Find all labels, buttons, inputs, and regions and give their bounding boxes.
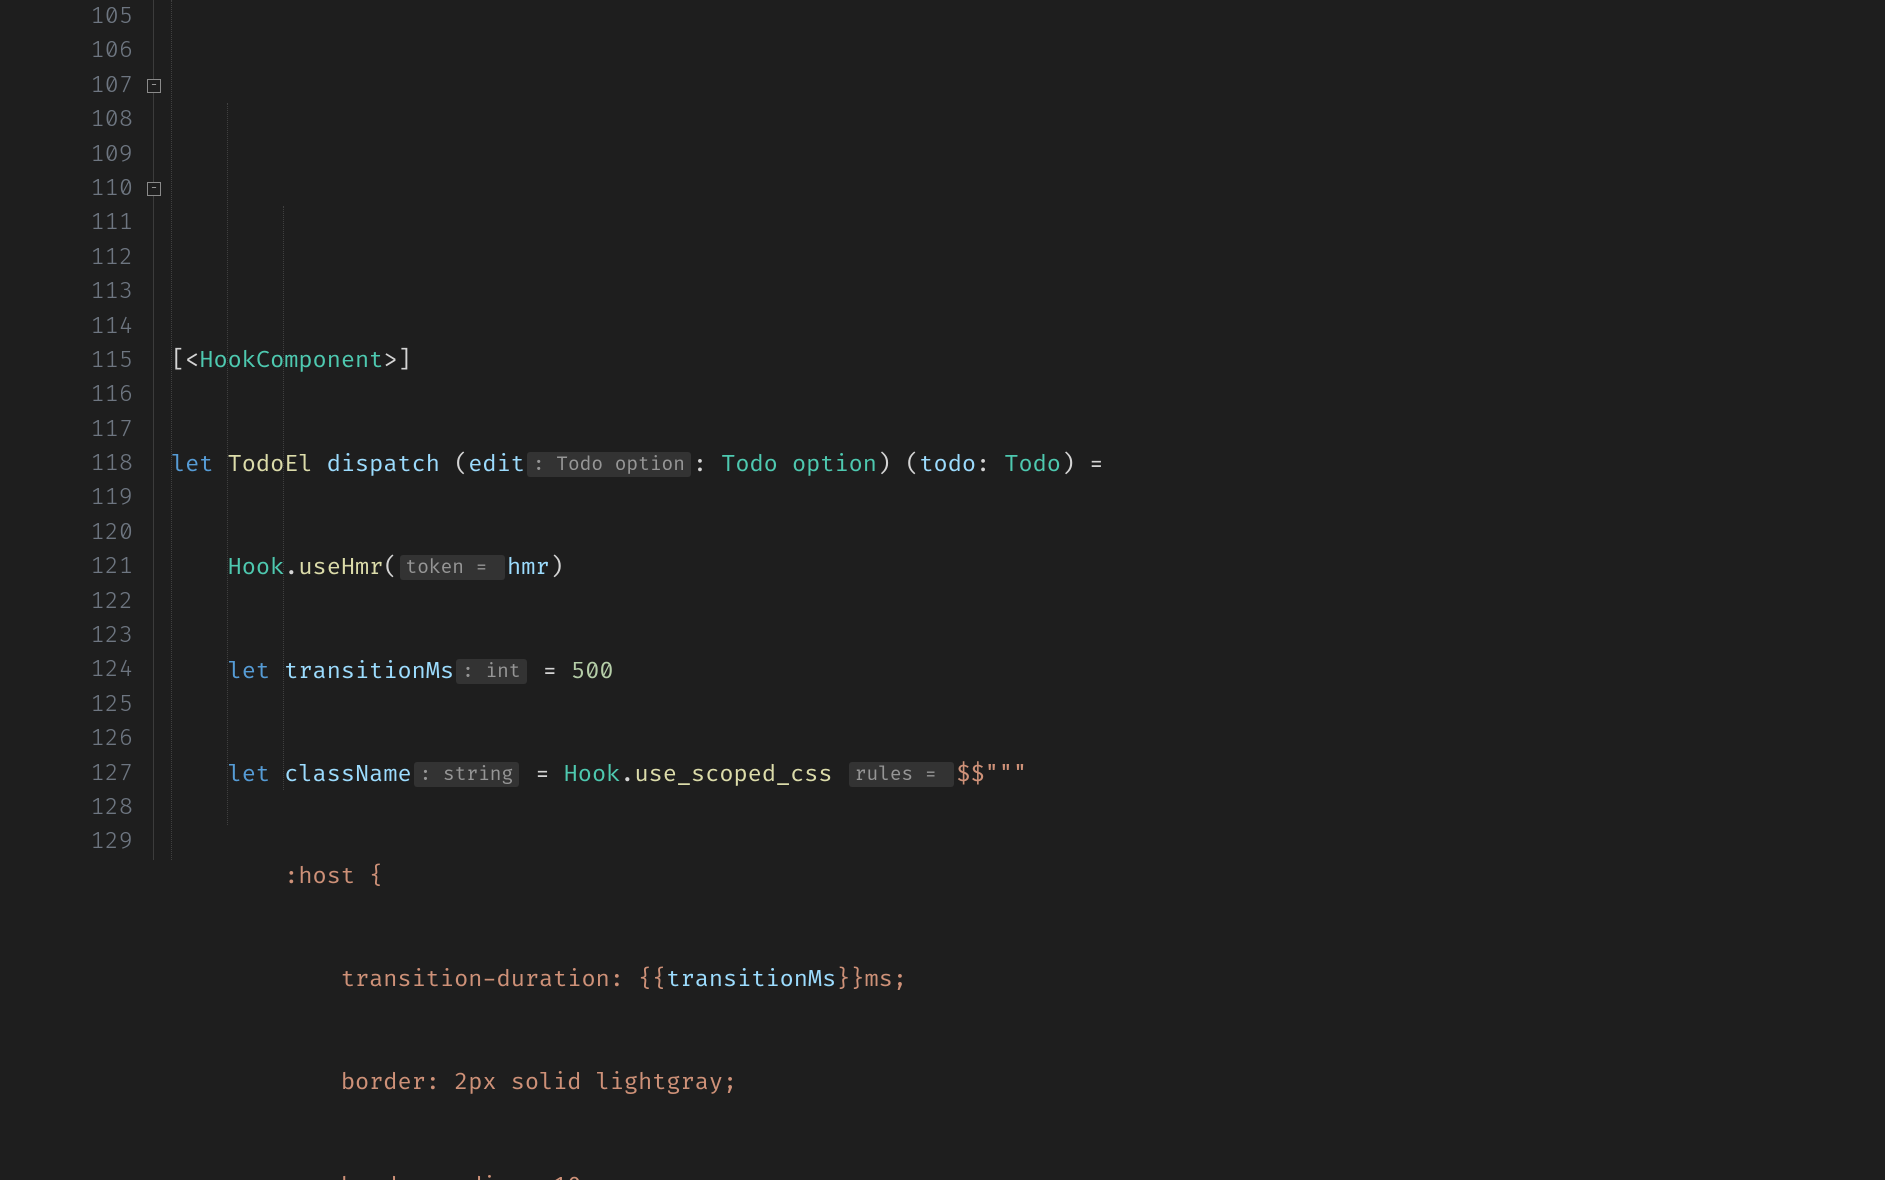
line-number: 113 bbox=[34, 275, 133, 309]
code-line[interactable]: let className: string = Hook.use_scoped_… bbox=[171, 757, 1885, 791]
string-content: :host { bbox=[171, 863, 383, 891]
method-name: useHmr bbox=[298, 554, 383, 582]
code-line[interactable]: transition-duration: {{transitionMs}}ms; bbox=[171, 963, 1885, 997]
bracket: [< bbox=[171, 347, 199, 375]
line-number: 126 bbox=[34, 722, 133, 756]
module-name: Hook bbox=[564, 761, 621, 789]
fold-guide-line bbox=[153, 0, 154, 860]
line-number: 115 bbox=[34, 344, 133, 378]
argument: hmr bbox=[507, 554, 549, 582]
string-content: transition-duration: {{ bbox=[171, 966, 666, 994]
line-number: 116 bbox=[34, 378, 133, 412]
line-number: 119 bbox=[34, 481, 133, 515]
line-number: 129 bbox=[34, 825, 133, 859]
line-number: 111 bbox=[34, 206, 133, 240]
type-annotation: Todo bbox=[1004, 451, 1061, 479]
line-number: 128 bbox=[34, 791, 133, 825]
code-line[interactable]: border-radius: 10px; bbox=[171, 1170, 1885, 1180]
indent-guide bbox=[283, 206, 284, 790]
string-content: border: 2px solid lightgray; bbox=[171, 1069, 737, 1097]
keyword: let bbox=[228, 761, 270, 789]
line-number: 112 bbox=[34, 241, 133, 275]
line-number: 117 bbox=[34, 413, 133, 447]
indent-guide bbox=[227, 103, 228, 825]
interpolation: transitionMs bbox=[666, 966, 836, 994]
line-number-gutter: 105 106 107 108 109 110 111 112 113 114 … bbox=[34, 0, 147, 1180]
code-editor[interactable]: 105 106 107 108 109 110 111 112 113 114 … bbox=[0, 0, 1885, 1180]
line-number: 120 bbox=[34, 516, 133, 550]
variable: transitionMs bbox=[284, 658, 454, 686]
code-line[interactable]: Hook.useHmr(token = hmr) bbox=[171, 550, 1885, 584]
equals: = bbox=[1089, 451, 1103, 479]
line-number: 125 bbox=[34, 688, 133, 722]
line-number: 106 bbox=[34, 34, 133, 68]
method-name: use_scoped_css bbox=[634, 761, 832, 789]
string-content: border-radius: 10px; bbox=[171, 1173, 624, 1180]
function-name: TodoEl bbox=[228, 451, 313, 479]
line-number: 109 bbox=[34, 138, 133, 172]
code-line[interactable]: let transitionMs: int = 500 bbox=[171, 654, 1885, 688]
line-number: 123 bbox=[34, 619, 133, 653]
indent-guide bbox=[171, 0, 172, 860]
string-content: }}ms; bbox=[836, 966, 907, 994]
line-number: 110 bbox=[34, 172, 133, 206]
line-number: 122 bbox=[34, 585, 133, 619]
line-number: 107 bbox=[34, 69, 133, 103]
number-literal: 500 bbox=[571, 658, 613, 686]
code-line[interactable] bbox=[171, 241, 1885, 275]
line-number: 121 bbox=[34, 550, 133, 584]
code-line[interactable]: [<HookComponent>] bbox=[171, 344, 1885, 378]
inlay-hint: token = bbox=[400, 555, 506, 580]
code-line[interactable]: :host { bbox=[171, 860, 1885, 894]
param: todo bbox=[919, 451, 976, 479]
fold-column: − − bbox=[147, 0, 167, 1180]
inlay-hint: : Todo option bbox=[527, 452, 691, 477]
param: edit bbox=[468, 451, 525, 479]
line-number: 108 bbox=[34, 103, 133, 137]
type-annotation: Todo option bbox=[721, 451, 877, 479]
inlay-hint: rules = bbox=[849, 762, 955, 787]
line-number: 105 bbox=[34, 0, 133, 34]
fold-toggle-icon[interactable]: − bbox=[147, 79, 161, 93]
param: dispatch bbox=[327, 451, 440, 479]
line-number: 124 bbox=[34, 653, 133, 687]
fold-toggle-icon[interactable]: − bbox=[147, 182, 161, 196]
line-number: 127 bbox=[34, 757, 133, 791]
module-name: Hook bbox=[228, 554, 285, 582]
bracket: >] bbox=[383, 347, 411, 375]
code-line[interactable]: let TodoEl dispatch (edit: Todo option: … bbox=[171, 447, 1885, 481]
line-number: 114 bbox=[34, 310, 133, 344]
keyword: let bbox=[228, 658, 270, 686]
inlay-hint: : string bbox=[414, 762, 520, 787]
string-open: $$""" bbox=[956, 761, 1027, 789]
variable: className bbox=[284, 761, 411, 789]
inlay-hint: : int bbox=[456, 659, 526, 684]
code-area[interactable]: [<HookComponent>] let TodoEl dispatch (e… bbox=[167, 0, 1885, 1180]
line-number: 118 bbox=[34, 447, 133, 481]
left-margin bbox=[0, 0, 34, 1180]
code-line[interactable]: border: 2px solid lightgray; bbox=[171, 1066, 1885, 1100]
keyword: let bbox=[171, 451, 213, 479]
